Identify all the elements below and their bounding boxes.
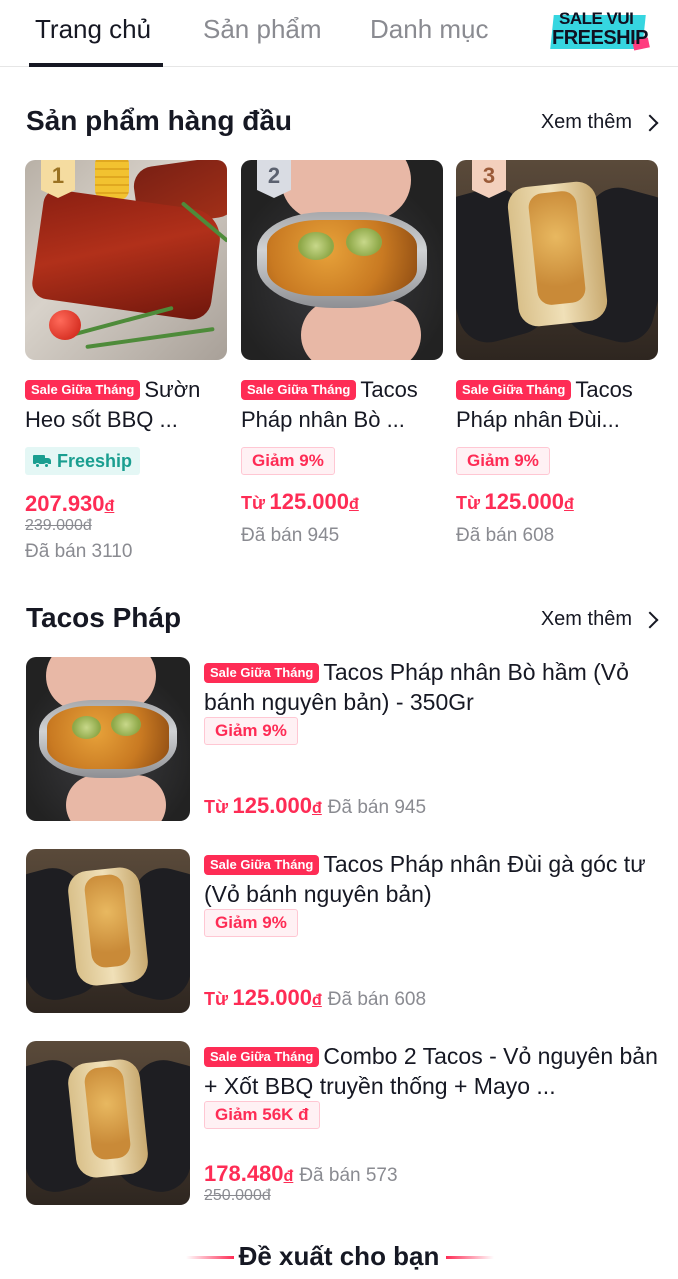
top-tab-bar: Trang chủ Sản phẩm Danh mục SALE VUI FRE… [0, 0, 678, 67]
divider-line [446, 1256, 494, 1259]
product-price: Từ 125.000đ [456, 489, 574, 514]
price-row: Từ 125.000đ Đã bán 945 [204, 793, 426, 819]
top-products-title: Sản phẩm hàng đầu [26, 105, 293, 136]
discount-badge: Giảm 9% [456, 447, 550, 475]
original-price: 250.000đ [204, 1187, 271, 1204]
sold-count: Đã bán 573 [299, 1165, 398, 1186]
product-image: 2 [241, 160, 443, 360]
sold-count: Đã bán 608 [456, 525, 555, 546]
product-title: Sale Giữa Tháng Tacos Pháp nhân Bò ... [241, 377, 418, 432]
price-row: 178.480đ Đã bán 573 [204, 1161, 398, 1187]
rank-badge: 1 [41, 160, 75, 198]
active-tab-indicator [29, 63, 163, 67]
see-more-label: Xem thêm [540, 608, 632, 630]
sold-count: Đã bán 608 [327, 989, 427, 1010]
top-product-card[interactable]: 3 Sale Giữa Tháng Tacos Pháp nhân Đùi... … [456, 160, 658, 547]
rank-badge: 3 [472, 160, 506, 198]
freeship-badge: Freeship [25, 447, 141, 475]
price-row: Từ 125.000đ Đã bán 608 [204, 985, 426, 1011]
chevron-right-icon [641, 611, 659, 628]
sale-tag: Sale Giữa Tháng [204, 663, 320, 683]
see-more-label: Xem thêm [540, 111, 632, 133]
tab-categories[interactable]: Danh mục [370, 14, 489, 45]
product-title: Sale Giữa Tháng Tacos Pháp nhân Bò hầm (V… [204, 659, 629, 715]
sale-tag: Sale Giữa Tháng [204, 1047, 320, 1067]
product-title: Sale Giữa Tháng Sườn Heo sốt BBQ ... [25, 377, 201, 432]
sale-tag: Sale Giữa Tháng [241, 380, 357, 400]
recommend-header: Đề xuất cho bạn [0, 1230, 678, 1279]
list-item[interactable]: Sale Giữa Tháng Tacos Pháp nhân Đùi gà gó… [26, 849, 656, 1013]
tacos-section-title: Tacos Pháp [26, 602, 182, 633]
list-item[interactable]: Sale Giữa Tháng Combo 2 Tacos - Vỏ nguyên… [26, 1041, 658, 1205]
discount-badge: Giảm 9% [204, 717, 298, 745]
product-price: 207.930đ [25, 491, 115, 516]
tacos-see-more[interactable]: Xem thêm [540, 608, 659, 631]
discount-badge: Giảm 56K đ [204, 1101, 320, 1129]
discount-badge: Giảm 9% [241, 447, 335, 475]
product-title: Sale Giữa Tháng Tacos Pháp nhân Đùi... [456, 377, 633, 432]
product-title: Sale Giữa Tháng Tacos Pháp nhân Đùi gà gó… [204, 851, 646, 907]
chevron-right-icon [641, 114, 659, 131]
top-products-see-more[interactable]: Xem thêm [540, 111, 659, 134]
product-image: 1 [25, 160, 227, 360]
sale-tag: Sale Giữa Tháng [456, 380, 572, 400]
original-price: 239.000đ [25, 517, 92, 534]
tab-home[interactable]: Trang chủ [35, 14, 151, 45]
recommend-title: Đề xuất cho bạn [238, 1241, 440, 1271]
product-image [26, 657, 190, 821]
product-image: 3 [456, 160, 658, 360]
sale-tag: Sale Giữa Tháng [204, 855, 320, 875]
sale-freeship-badge[interactable]: SALE VUI FREESHIP [549, 9, 650, 51]
product-image [26, 1041, 190, 1205]
product-price: Từ 125.000đ [241, 489, 359, 514]
product-title: Sale Giữa Tháng Combo 2 Tacos - Vỏ nguyên… [204, 1043, 658, 1099]
sold-count: Đã bán 945 [241, 525, 340, 546]
tab-products[interactable]: Sản phẩm [203, 14, 322, 45]
product-image [26, 849, 190, 1013]
sale-tag: Sale Giữa Tháng [25, 380, 141, 400]
top-product-card[interactable]: 2 Sale Giữa Tháng Tacos Pháp nhân Bò ... … [241, 160, 443, 547]
list-item[interactable]: Sale Giữa Tháng Tacos Pháp nhân Bò hầm (V… [26, 657, 656, 821]
product-price: 178.480đ [204, 1161, 294, 1186]
sold-count: Đã bán 945 [327, 797, 427, 818]
discount-badge: Giảm 9% [204, 909, 298, 937]
truck-icon [33, 455, 51, 468]
top-product-card[interactable]: 1 Sale Giữa Tháng Sườn Heo sốt BBQ ... Fr… [25, 160, 227, 563]
product-price: Từ 125.000đ [204, 793, 322, 818]
sold-count: Đã bán 3110 [25, 541, 133, 562]
rank-badge: 2 [257, 160, 291, 198]
product-price: Từ 125.000đ [204, 985, 322, 1010]
